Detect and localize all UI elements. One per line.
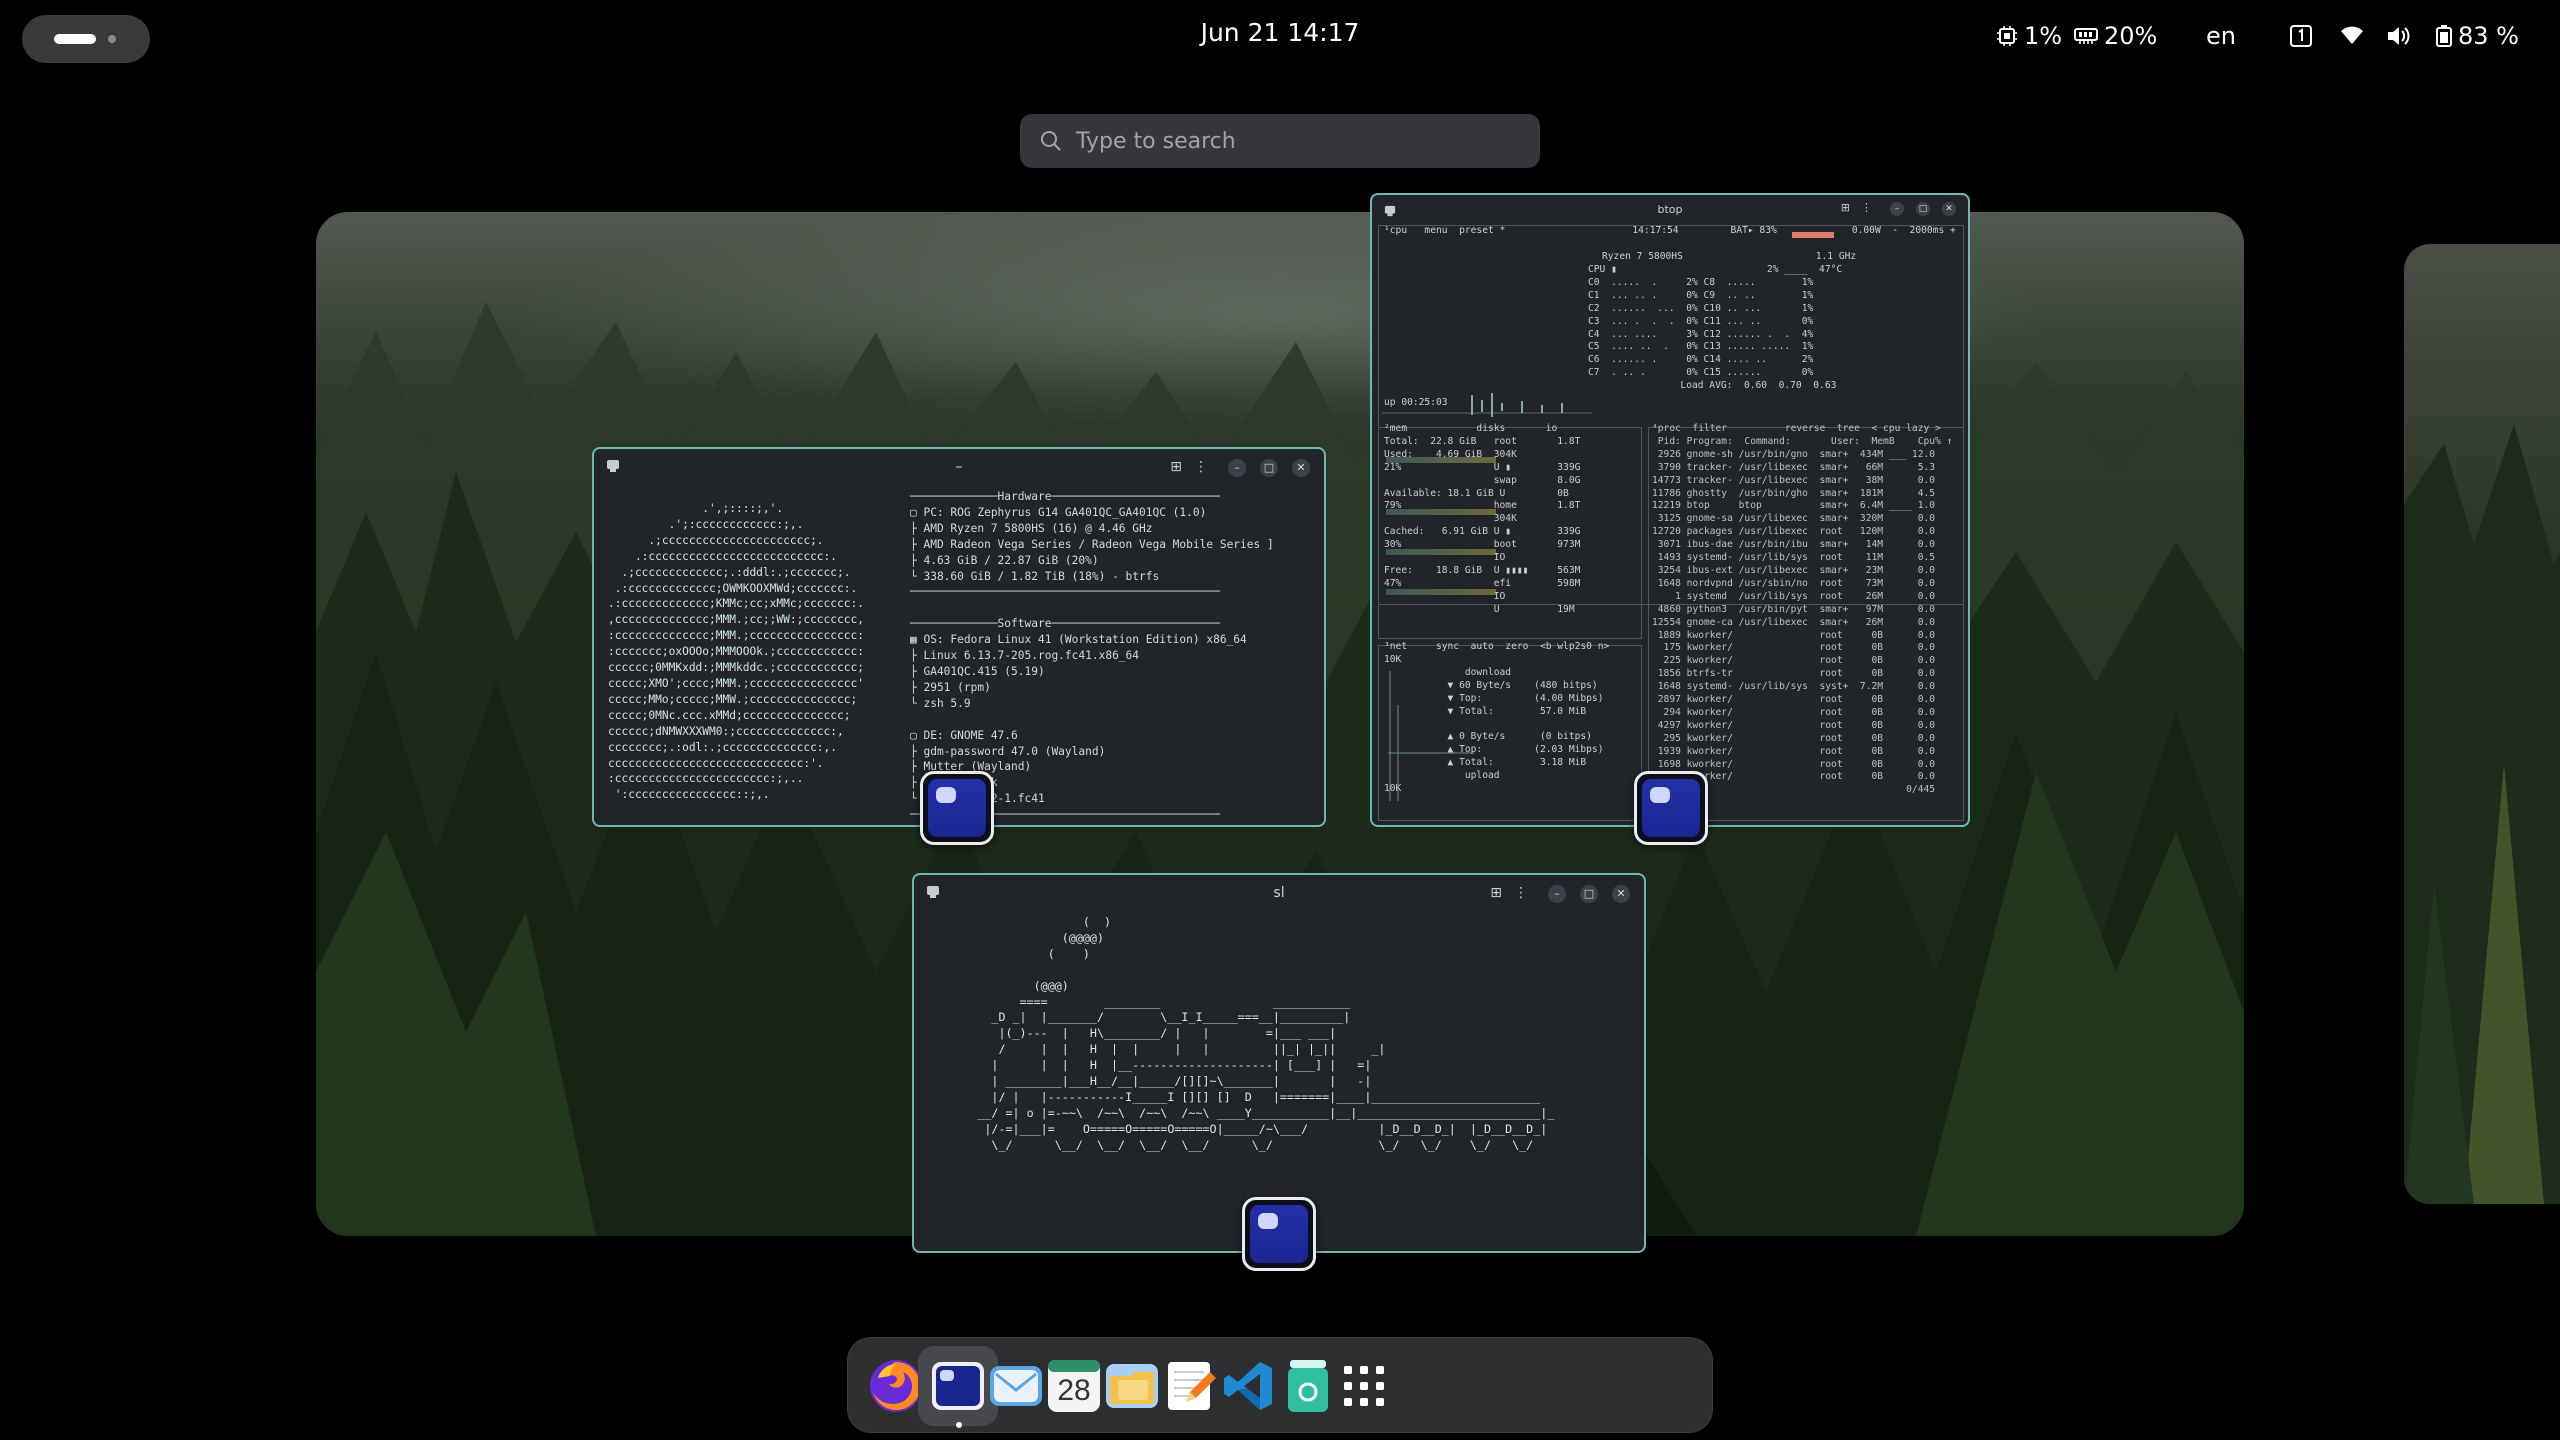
uptime: up 00:25:03: [1384, 397, 1448, 408]
cpu-indicator[interactable]: 1%: [1996, 22, 2062, 50]
battery-indicator[interactable]: 83 %: [2436, 22, 2519, 50]
cpu-usage: 1%: [2024, 22, 2063, 50]
maximize-button[interactable]: □: [1260, 459, 1278, 477]
terminal-app-icon: [1634, 771, 1708, 845]
running-indicator: [956, 1422, 962, 1428]
menu-icon[interactable]: ⋮: [1194, 459, 1208, 475]
volume-icon[interactable]: [2386, 25, 2412, 47]
window-title: sl: [1273, 885, 1285, 901]
terminal-app-icon: [920, 771, 994, 845]
battery-bar: [1792, 232, 1834, 238]
window-fastfetch[interactable]: – ⊞ ⋮ – □ ✕ .',;::::;,'. .';:ccccccccccc…: [592, 447, 1326, 845]
window-title: btop: [1657, 203, 1683, 216]
dock: 28: [847, 1337, 1713, 1433]
terminal-app-icon: [1242, 1197, 1316, 1271]
process-list[interactable]: ⁴proc filter reverse tree < cpu lazy > P…: [1652, 423, 1952, 797]
window-btop[interactable]: btop ⊞ ⋮ – □ ✕ ¹cpu menu preset * 14:17:…: [1370, 193, 1970, 845]
mem-available-bar: [1386, 509, 1496, 515]
firefox-icon: [870, 1360, 922, 1412]
active-workspace-indicator: [54, 34, 96, 44]
workspace-indicator-icon[interactable]: [2290, 25, 2312, 49]
minimize-button[interactable]: –: [1548, 885, 1566, 903]
workspace-dot: [108, 35, 116, 43]
fedora-ascii-logo: .',;::::;,'. .';:cccccccccccc:;,. .;cccc…: [608, 502, 864, 802]
memory-indicator[interactable]: 20%: [2074, 22, 2157, 50]
mem-cached-bar: [1386, 549, 1496, 555]
cpu-icon: [1997, 26, 2017, 46]
memory-icon: [2074, 28, 2098, 44]
mem-free-bar: [1386, 589, 1496, 595]
close-button[interactable]: ✕: [1942, 202, 1956, 216]
minimize-button[interactable]: –: [1890, 202, 1904, 216]
window-sl[interactable]: sl ⊞ ⋮ – □ ✕ ( ) (@@@@) ( ) (@@@) ==== _…: [912, 873, 1646, 1271]
memory-info: ²mem disks io Total: 22.8 GiB root 1.8T …: [1384, 423, 1581, 615]
menu-icon[interactable]: ⋮: [1514, 885, 1528, 901]
mem-used-bar: [1386, 457, 1496, 463]
net-graph: [1388, 671, 1474, 801]
keyboard-layout[interactable]: en: [2206, 22, 2236, 50]
workspace-thumbnail-next[interactable]: [2404, 244, 2560, 1204]
cpu-cores: CPU ▮ 2% ____ 47°C C0 ..... . 2% C8 ....…: [1588, 264, 1843, 392]
battery-percentage: 83 %: [2458, 22, 2519, 50]
app-grid-icon: [1344, 1366, 1384, 1406]
top-bar: Jun 21 14:17 1% 20% en 83 %: [0, 0, 2560, 76]
maximize-button[interactable]: □: [1580, 885, 1598, 903]
window-titlebar[interactable]: – ⊞ ⋮ – □ ✕: [594, 449, 1324, 487]
activities-button[interactable]: [22, 15, 150, 63]
window-titlebar[interactable]: sl ⊞ ⋮ – □ ✕: [914, 875, 1644, 913]
minimize-button[interactable]: –: [1228, 459, 1246, 477]
wifi-icon[interactable]: [2340, 25, 2364, 45]
search-bar[interactable]: [1020, 114, 1540, 168]
menu-icon[interactable]: ⋮: [1861, 201, 1872, 214]
memory-usage: 20%: [2104, 22, 2158, 50]
tab-overview-icon[interactable]: ⊞: [1170, 459, 1182, 475]
search-icon: [1041, 131, 1061, 151]
steam-locomotive-ascii: ( ) (@@@@) ( ) (@@@) ==== ________ _____…: [977, 915, 1555, 1152]
close-button[interactable]: ✕: [1612, 885, 1630, 903]
tab-overview-icon[interactable]: ⊞: [1490, 885, 1502, 901]
maximize-button[interactable]: □: [1916, 202, 1930, 216]
cpu-model: Ryzen 7 5800HS 1.1 GHz: [1602, 251, 1857, 262]
forest-wallpaper-next: [2404, 424, 2560, 1204]
window-title: –: [955, 459, 963, 475]
close-button[interactable]: ✕: [1292, 459, 1310, 477]
btop-header: ¹cpu menu preset * 14:17:54 BAT▸ 83% 0.0…: [1384, 225, 1956, 236]
battery-icon: [2436, 25, 2452, 47]
tab-overview-icon[interactable]: ⊞: [1841, 201, 1850, 214]
dock-show-apps[interactable]: [1324, 1346, 1404, 1426]
search-input[interactable]: [1076, 114, 1516, 168]
clock[interactable]: Jun 21 14:17: [1160, 18, 1400, 47]
